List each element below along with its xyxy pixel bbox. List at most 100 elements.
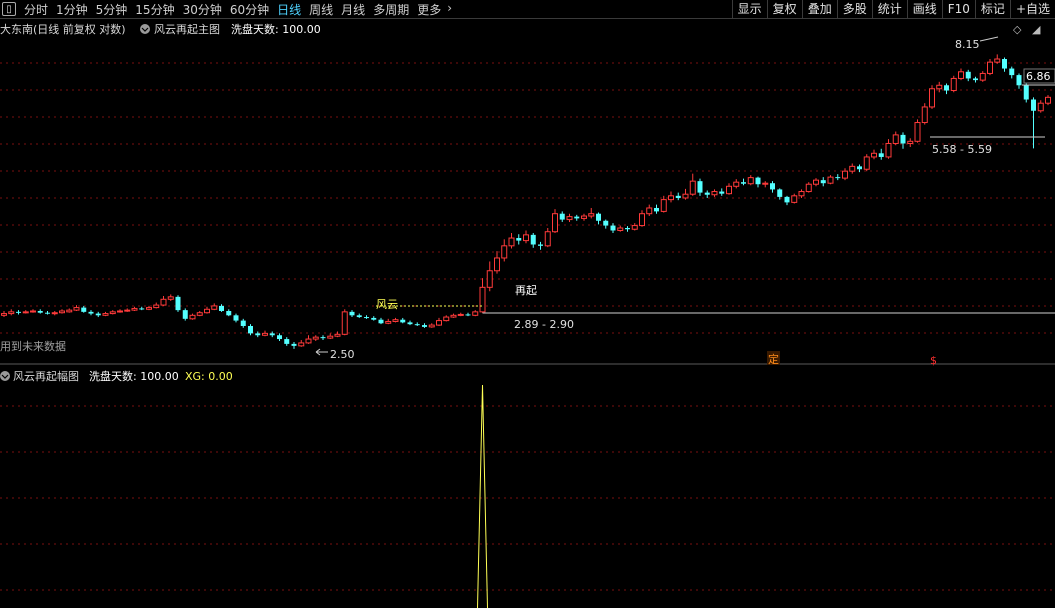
candle xyxy=(530,232,536,248)
candle xyxy=(987,59,993,76)
candle xyxy=(907,138,914,147)
candle xyxy=(284,337,290,346)
chart-canvas[interactable]: 大东南(日线 前复权 对数) 风云再起主图 洗盘天数: 100.00 ◇ ◢ 风… xyxy=(0,19,1055,608)
period-tab-0[interactable]: 分时 xyxy=(20,1,52,18)
candle xyxy=(747,175,754,186)
candle xyxy=(131,306,138,311)
indicator-dropdown[interactable] xyxy=(140,24,150,34)
candle xyxy=(378,317,384,325)
tool-button-0[interactable]: 显示 xyxy=(731,0,767,18)
candle xyxy=(356,313,362,318)
period-tab-10[interactable]: 更多 xyxy=(413,1,445,18)
period-tab-6[interactable]: 日线 xyxy=(273,1,305,18)
candle xyxy=(770,181,775,193)
candle xyxy=(51,310,58,316)
candle xyxy=(857,164,862,173)
candle xyxy=(588,207,595,219)
candle xyxy=(153,302,160,309)
candle xyxy=(109,310,116,315)
candle xyxy=(929,85,935,109)
candle xyxy=(682,188,689,200)
candle xyxy=(66,308,73,313)
candle xyxy=(182,308,188,321)
candlestick-series xyxy=(1,54,1051,349)
tool-button-7[interactable]: 标记 xyxy=(974,0,1010,18)
candle xyxy=(755,176,761,188)
candle xyxy=(610,223,616,233)
candle xyxy=(269,331,275,338)
zai-qi-label: 再起 xyxy=(515,284,537,297)
dollar-marker[interactable]: $ xyxy=(930,354,937,367)
candle xyxy=(849,163,856,174)
period-tab-7[interactable]: 周线 xyxy=(305,1,337,18)
tool-button-3[interactable]: 多股 xyxy=(836,0,872,18)
candle xyxy=(921,103,928,125)
ding-marker-label: 定 xyxy=(768,352,779,366)
candle xyxy=(45,310,50,315)
xg-value-label: XG: 0.00 xyxy=(185,370,233,383)
candle xyxy=(950,75,957,93)
param-label: 洗盘天数: 100.00 xyxy=(231,22,321,36)
candle xyxy=(327,333,334,340)
last-price-label: 6.86 xyxy=(1026,70,1051,83)
chevron-down-icon[interactable] xyxy=(140,24,150,34)
period-tab-2[interactable]: 5分钟 xyxy=(92,1,132,18)
tool-button-6[interactable]: F10 xyxy=(941,0,975,18)
xg-signal-spike xyxy=(477,384,488,608)
candle xyxy=(958,68,964,81)
candle xyxy=(726,183,732,195)
period-tab-4[interactable]: 30分钟 xyxy=(179,1,226,18)
period-tab-3[interactable]: 15分钟 xyxy=(131,1,178,18)
candle xyxy=(450,313,457,318)
ding-marker[interactable]: 定 xyxy=(767,351,780,366)
candle xyxy=(196,310,203,317)
diamond-icon[interactable]: ◇ xyxy=(1013,23,1022,36)
candle xyxy=(312,335,319,341)
candle xyxy=(146,305,152,311)
candle xyxy=(516,234,522,245)
candle xyxy=(639,210,645,227)
candle xyxy=(501,239,508,262)
tool-button-2[interactable]: 叠加 xyxy=(801,0,837,18)
period-tab-1[interactable]: 1分钟 xyxy=(52,1,92,18)
candle xyxy=(472,310,479,317)
candle xyxy=(160,296,167,306)
candle xyxy=(30,309,36,313)
candle xyxy=(248,324,253,336)
candle xyxy=(979,71,986,82)
candle xyxy=(711,189,718,197)
tool-button-5[interactable]: 画线 xyxy=(906,0,942,18)
candle xyxy=(842,168,848,181)
candle xyxy=(262,330,268,337)
candle xyxy=(334,331,341,338)
candle xyxy=(291,341,297,349)
tool-button-1[interactable]: 复权 xyxy=(766,0,802,18)
tool-button-4[interactable]: 统计 xyxy=(871,0,907,18)
sub-indicator-name: 风云再起幅图 xyxy=(13,370,79,383)
chevron-down-icon[interactable] xyxy=(0,371,10,381)
period-tab-5[interactable]: 60分钟 xyxy=(226,1,273,18)
candle xyxy=(219,304,224,312)
period-tab-9[interactable]: 多周期 xyxy=(369,1,413,18)
candle xyxy=(385,318,392,325)
chevron-right-icon: › xyxy=(447,0,453,15)
candle xyxy=(704,190,710,198)
candle xyxy=(827,175,834,185)
candle xyxy=(914,119,921,143)
period-tab-8[interactable]: 月线 xyxy=(337,1,369,18)
candle xyxy=(741,178,746,186)
candle xyxy=(784,195,790,206)
candle xyxy=(805,182,812,193)
settings-icon[interactable]: ◢ xyxy=(1032,23,1041,36)
layout-toggle-icon[interactable]: ▯ xyxy=(2,2,16,16)
tool-button-8[interactable]: +自选 xyxy=(1009,0,1055,18)
candle xyxy=(175,295,181,312)
last-price-tag: 6.86 xyxy=(1023,68,1055,84)
candle xyxy=(603,219,609,229)
candle xyxy=(863,154,870,172)
candle xyxy=(364,315,369,319)
candle xyxy=(892,131,899,146)
feng-yun-label: 风云 xyxy=(376,298,398,311)
main-chart-header: 大东南(日线 前复权 对数) 风云再起主图 洗盘天数: 100.00 ◇ ◢ xyxy=(0,22,1041,36)
tool-buttons: 显示 复权 叠加 多股 统计 画线 F10 标记 +自选 xyxy=(731,0,1055,18)
